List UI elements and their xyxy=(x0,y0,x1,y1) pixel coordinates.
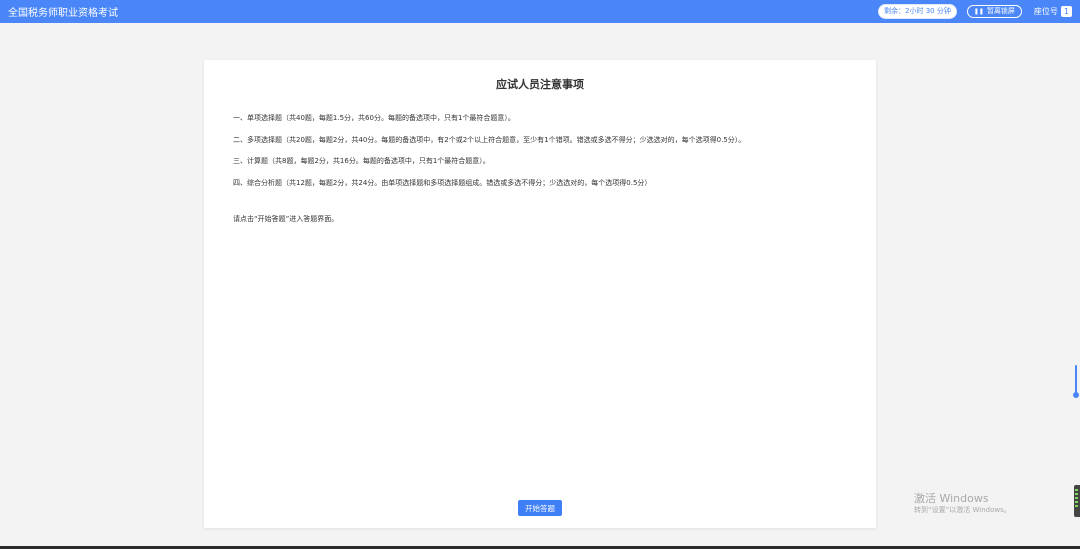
start-exam-button[interactable]: 开始答题 xyxy=(518,500,562,516)
indicator-bar xyxy=(1075,501,1078,503)
scrollbar-thumb[interactable] xyxy=(1075,365,1077,395)
side-panel-tab[interactable] xyxy=(1074,485,1080,517)
pause-lock-label: 暂离锁屏 xyxy=(986,7,1015,15)
pause-icon: ❚❚ xyxy=(973,8,984,15)
watermark-title: 激活 Windows xyxy=(914,492,989,505)
countdown-timer: 剩余：2小时 30 分钟 xyxy=(878,4,957,19)
notice-card: 应试人员注意事项 一、单项选择题（共40题，每题1.5分，共60分。每题的备选项… xyxy=(204,60,876,528)
rule-item-comprehensive: 四、综合分析题（共12题，每题2分，共24分。由单项选择题和多项选择题组成。错选… xyxy=(233,178,652,187)
indicator-bar xyxy=(1075,493,1078,495)
app-title: 全国税务师职业资格考试 xyxy=(8,8,118,19)
windows-activation-watermark: 激活 Windows 转到“设置”以激活 Windows。 xyxy=(914,492,1011,516)
seat-label: 座位号 xyxy=(1033,7,1058,16)
start-hint: 请点击“开始答题”进入答题界面。 xyxy=(233,215,339,223)
rule-item-calculation: 三、计算题（共8题，每题2分，共16分。每题的备选项中，只有1个最符合题意）。 xyxy=(233,157,490,165)
rule-item-single-choice: 一、单项选择题（共40题，每题1.5分，共60分。每题的备选项中，只有1个最符合… xyxy=(233,114,515,122)
top-bar: 全国税务师职业资格考试 剩余：2小时 30 分钟 ❚❚ 暂离锁屏 座位号 1 xyxy=(0,0,1080,23)
seat-number-badge: 1 xyxy=(1060,6,1072,17)
rules-list: 一、单项选择题（共40题，每题1.5分，共60分。每题的备选项中，只有1个最符合… xyxy=(233,114,863,200)
indicator-bar xyxy=(1075,505,1078,507)
top-right-controls: 剩余：2小时 30 分钟 ❚❚ 暂离锁屏 座位号 1 xyxy=(878,0,1072,23)
indicator-bar xyxy=(1075,489,1078,491)
watermark-subtitle: 转到“设置”以激活 Windows。 xyxy=(914,506,1011,514)
rule-item-multiple-choice: 二、多项选择题（共20题，每题2分，共40分。每题的备选项中，有2个或2个以上符… xyxy=(233,135,746,144)
scrollbar-handle[interactable] xyxy=(1073,392,1079,398)
pause-lock-button[interactable]: ❚❚ 暂离锁屏 xyxy=(966,5,1022,18)
indicator-bar xyxy=(1075,497,1078,499)
notice-title: 应试人员注意事项 xyxy=(496,78,584,91)
